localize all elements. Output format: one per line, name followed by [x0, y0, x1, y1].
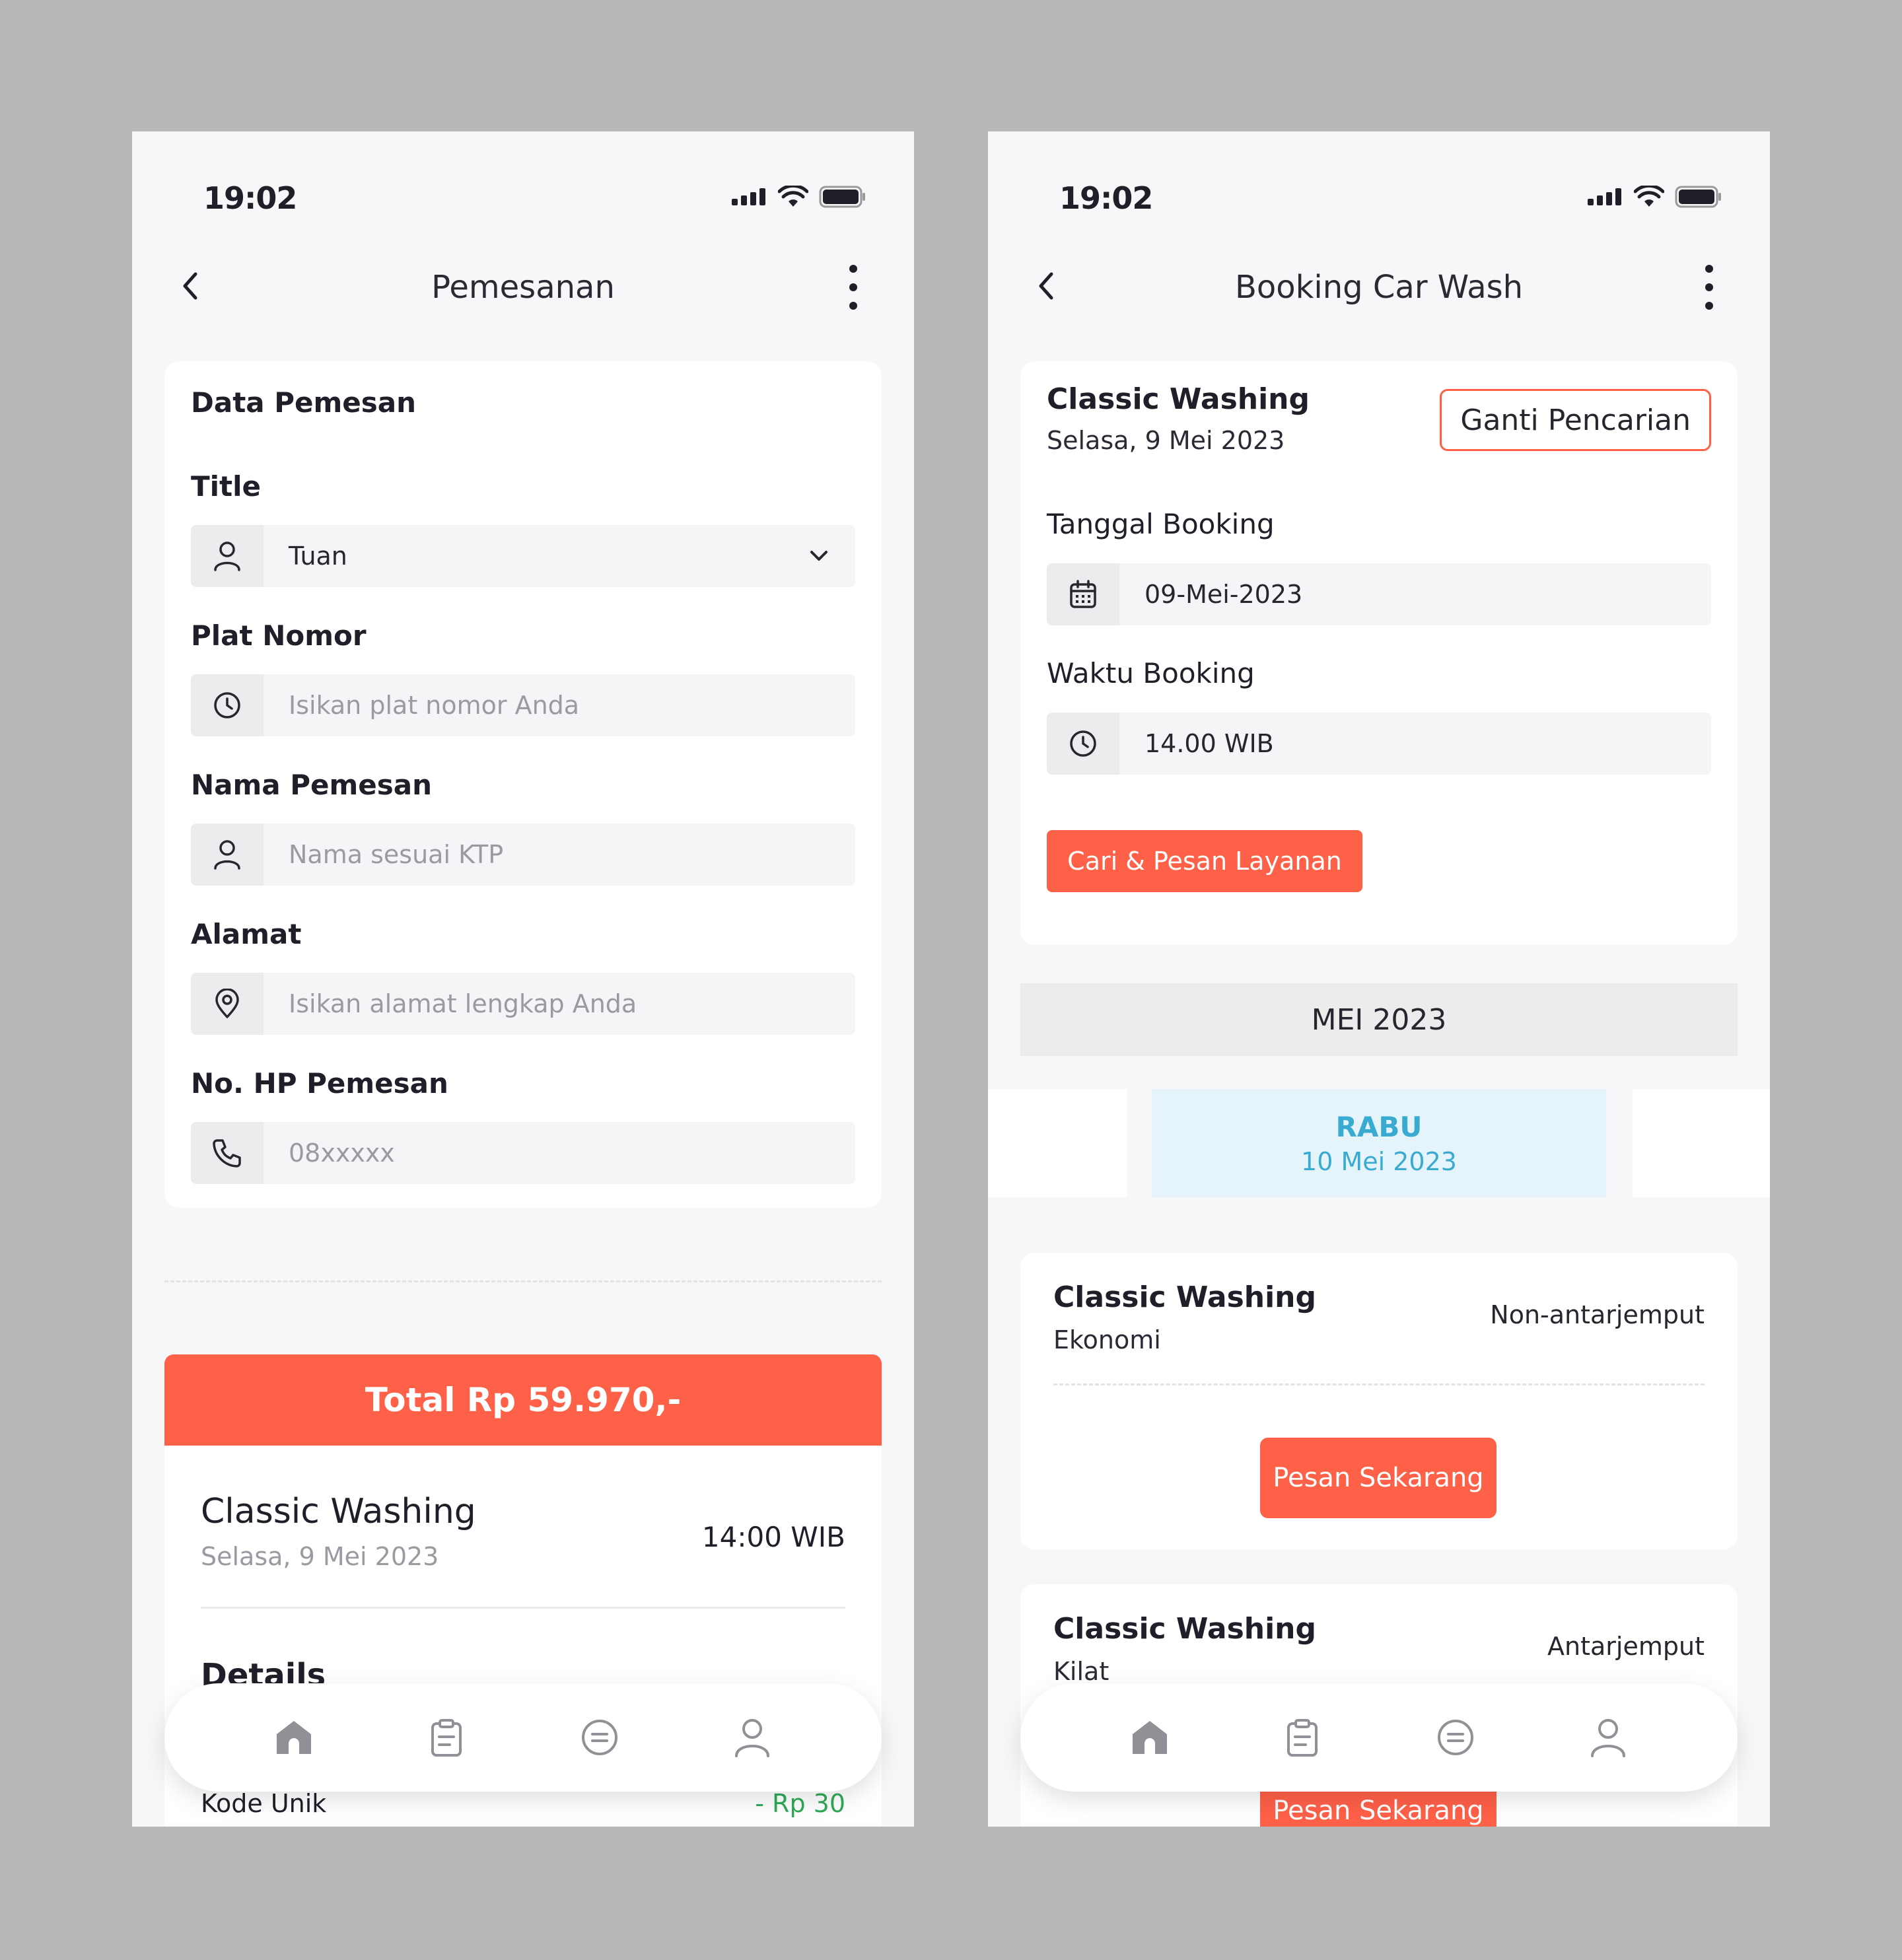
status-time: 19:02	[203, 180, 297, 216]
tab-chat[interactable]	[577, 1714, 623, 1761]
day-item-prev[interactable]	[988, 1089, 1127, 1197]
tab-profile[interactable]	[1585, 1714, 1631, 1761]
battery-icon	[1675, 186, 1721, 208]
chat-icon	[1437, 1720, 1473, 1755]
divider	[1053, 1383, 1705, 1385]
clock-icon	[191, 674, 264, 736]
search-card: Classic Washing Selasa, 9 Mei 2023 Ganti…	[1020, 361, 1738, 945]
order-now-button[interactable]: Pesan Sekarang	[1260, 1438, 1497, 1518]
status-time: 19:02	[1059, 180, 1153, 216]
battery-icon	[819, 186, 865, 208]
tab-orders[interactable]	[423, 1714, 470, 1761]
waktu-input[interactable]: 14.00 WIB	[1047, 713, 1711, 775]
service-sub: Ekonomi	[1053, 1325, 1161, 1354]
clipboard-icon	[1287, 1719, 1318, 1757]
chat-icon	[581, 1720, 617, 1755]
tanggal-value: 09-Mei-2023	[1145, 580, 1303, 609]
summary-service: Classic Washing	[201, 1492, 476, 1531]
booking-car-wash-screen: 19:02 Booking Car Wash Classic Washing S…	[988, 131, 1770, 1827]
hp-input[interactable]: 08xxxxx	[191, 1122, 855, 1184]
tab-chat[interactable]	[1432, 1714, 1479, 1761]
customer-data-card: Data Pemesan Title Tuan Plat Nomor Isika…	[164, 361, 882, 1208]
change-search-button[interactable]: Ganti Pencarian	[1440, 389, 1711, 451]
search-service: Classic Washing	[1047, 382, 1310, 416]
page-title: Booking Car Wash	[1234, 269, 1524, 306]
bottom-tab-bar	[1020, 1683, 1738, 1792]
more-options-icon[interactable]	[1696, 262, 1722, 312]
day-item-selected[interactable]: RABU 10 Mei 2023	[1152, 1089, 1606, 1197]
alamat-input[interactable]: Isikan alamat lengkap Anda	[191, 973, 855, 1035]
phone-icon	[191, 1122, 264, 1184]
tab-profile[interactable]	[729, 1714, 775, 1761]
summary-date: Selasa, 9 Mei 2023	[201, 1542, 439, 1571]
summary-time: 14:00 WIB	[701, 1521, 845, 1553]
status-icons	[1588, 186, 1722, 208]
wifi-icon	[778, 186, 808, 207]
service-type: Non-antarjemput	[1490, 1300, 1705, 1329]
calendar-icon	[1047, 563, 1119, 625]
profile-icon	[1591, 1719, 1626, 1757]
service-type: Antarjemput	[1547, 1632, 1705, 1661]
section-title: Data Pemesan	[191, 386, 417, 419]
alamat-placeholder: Isikan alamat lengkap Anda	[289, 989, 637, 1018]
search-book-button[interactable]: Cari & Pesan Layanan	[1047, 830, 1362, 892]
clipboard-icon	[431, 1719, 462, 1757]
day-item-next[interactable]	[1633, 1089, 1770, 1197]
divider	[164, 1280, 882, 1282]
tab-home[interactable]	[271, 1714, 317, 1761]
nama-label: Nama Pemesan	[191, 769, 432, 801]
chevron-down-icon	[810, 551, 828, 561]
tab-home[interactable]	[1127, 1714, 1173, 1761]
location-pin-icon	[191, 973, 264, 1035]
day-name: RABU	[1335, 1110, 1423, 1143]
service-card: Classic Washing Ekonomi Non-antarjemput …	[1020, 1253, 1738, 1550]
nama-input[interactable]: Nama sesuai KTP	[191, 823, 855, 886]
bottom-tab-bar	[164, 1683, 882, 1792]
page-title: Pemesanan	[431, 269, 615, 306]
title-label: Title	[191, 470, 262, 503]
plat-input[interactable]: Isikan plat nomor Anda	[191, 674, 855, 736]
status-icons	[732, 186, 866, 208]
status-bar: 19:02	[988, 158, 1770, 217]
signal-icon	[1588, 188, 1621, 205]
booking-form-screen: 19:02 Pemesanan Data Pemesan Title Tuan …	[132, 131, 914, 1827]
hp-label: No. HP Pemesan	[191, 1067, 448, 1100]
service-title: Classic Washing	[1053, 1612, 1316, 1646]
alamat-label: Alamat	[191, 918, 302, 950]
nav-bar: Pemesanan	[132, 250, 914, 316]
profile-icon	[735, 1719, 770, 1757]
home-icon	[1132, 1721, 1167, 1754]
tanggal-input[interactable]: 09-Mei-2023	[1047, 563, 1711, 625]
nav-bar: Booking Car Wash	[988, 250, 1770, 316]
clock-icon	[1047, 713, 1119, 775]
status-bar: 19:02	[132, 158, 914, 217]
kode-unik-value: - Rp 30	[755, 1789, 845, 1818]
total-bar: Total Rp 59.970,-	[164, 1354, 882, 1446]
title-value: Tuan	[289, 542, 347, 571]
service-sub: Kilat	[1053, 1657, 1110, 1686]
month-header: MEI 2023	[1020, 983, 1738, 1056]
waktu-value: 14.00 WIB	[1145, 729, 1274, 758]
plat-placeholder: Isikan plat nomor Anda	[289, 691, 580, 720]
nama-placeholder: Nama sesuai KTP	[289, 840, 504, 869]
title-select[interactable]: Tuan	[191, 525, 855, 587]
search-date: Selasa, 9 Mei 2023	[1047, 426, 1285, 455]
divider	[201, 1607, 845, 1609]
tab-orders[interactable]	[1279, 1714, 1325, 1761]
home-icon	[276, 1721, 311, 1754]
more-options-icon[interactable]	[840, 262, 866, 312]
waktu-label: Waktu Booking	[1047, 657, 1255, 689]
user-icon	[191, 823, 264, 886]
hp-placeholder: 08xxxxx	[289, 1138, 395, 1168]
tanggal-label: Tanggal Booking	[1047, 508, 1275, 540]
wifi-icon	[1634, 186, 1664, 207]
signal-icon	[732, 188, 765, 205]
user-icon	[191, 525, 264, 587]
service-title: Classic Washing	[1053, 1280, 1316, 1314]
plat-label: Plat Nomor	[191, 619, 367, 652]
day-date: 10 Mei 2023	[1301, 1146, 1457, 1176]
kode-unik-label: Kode Unik	[201, 1789, 327, 1818]
